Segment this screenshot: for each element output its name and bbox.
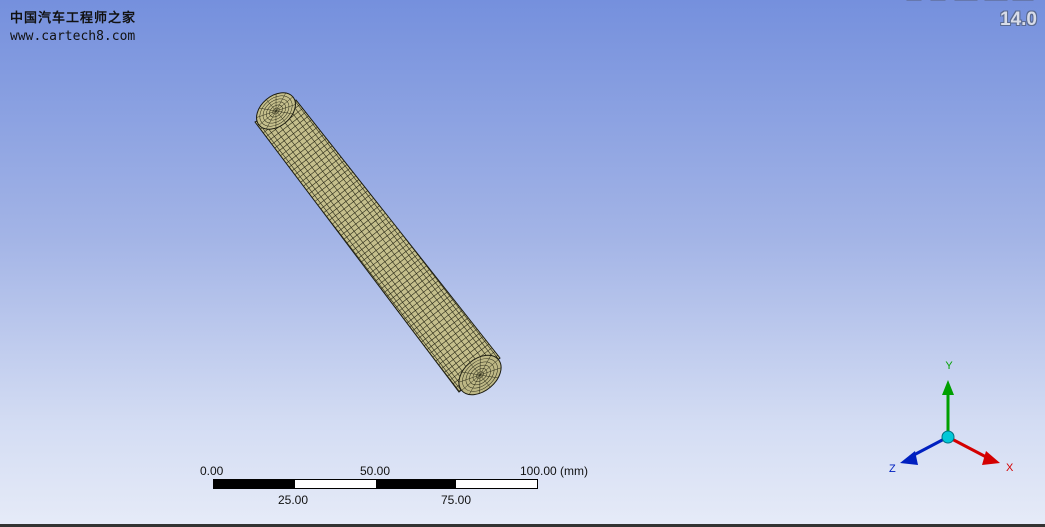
graphics-viewport[interactable]: 中国汽车工程师之家 www.cartech8.com 14.0 0.00 50.… xyxy=(0,0,1045,527)
y-axis-label: Y xyxy=(945,360,953,372)
x-axis-arrow xyxy=(947,435,1000,465)
z-axis-label: Z xyxy=(889,463,896,475)
axis-triad[interactable]: Y X Z xyxy=(880,355,1020,485)
triad-origin xyxy=(941,430,955,444)
x-axis-label: X xyxy=(1006,462,1014,474)
y-axis-arrow xyxy=(942,380,954,437)
z-axis-arrow xyxy=(900,435,949,465)
